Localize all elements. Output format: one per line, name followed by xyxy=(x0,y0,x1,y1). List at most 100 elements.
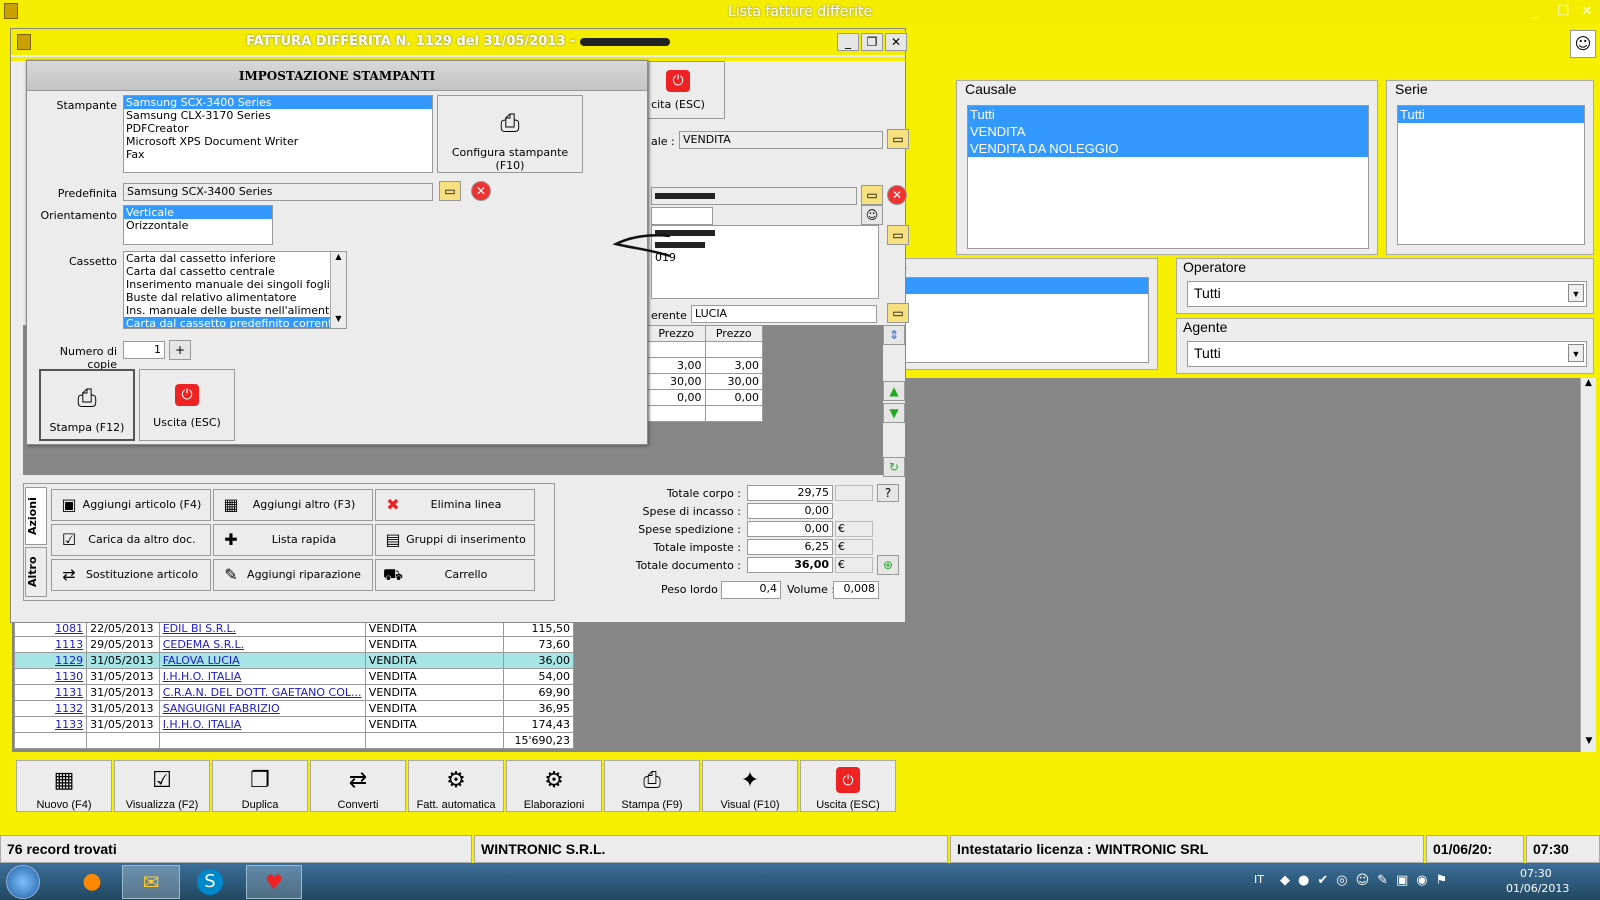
table-row[interactable]: 1131 31/05/2013 C.R.A.N. DEL DOTT. GAETANO… xyxy=(13,684,575,701)
partial-filter-listbox[interactable] xyxy=(899,277,1149,363)
table-row[interactable]: 3,00 3,00 xyxy=(647,357,763,374)
calculator-icon[interactable]: ⊕ xyxy=(877,555,899,575)
scroll-up-icon[interactable]: ▲ xyxy=(1581,378,1596,394)
printer-option[interactable]: PDFCreator xyxy=(124,122,432,135)
person-search-icon[interactable]: ☺ xyxy=(861,205,883,225)
client-link[interactable]: FALOVA LUCIA xyxy=(158,652,366,669)
tray-icons[interactable]: ◆●✔◎☺✎▣◉⚑ xyxy=(1280,873,1480,888)
action-group-button[interactable]: ▤ Gruppi di inserimento xyxy=(375,524,535,556)
scroll-up-icon[interactable]: ▲ xyxy=(331,252,346,266)
action-wrench-button[interactable]: ✎ Aggiungi riparazione xyxy=(213,559,373,591)
table-row[interactable]: 1130 31/05/2013 I.H.H.O. ITALIA VENDITA 54,0… xyxy=(13,668,575,685)
tray-option[interactable]: Ins. manuale delle buste nell'alimentato… xyxy=(124,304,330,317)
table-row[interactable]: 1133 31/05/2013 I.H.H.O. ITALIA VENDITA 174,… xyxy=(13,716,575,733)
printer-option[interactable]: Samsung CLX-3170 Series xyxy=(124,109,432,122)
action-delete-x-button[interactable]: ✖ Elimina linea xyxy=(375,489,535,521)
tab-azioni[interactable]: Azioni xyxy=(25,487,47,545)
invoice-minimize-button[interactable]: _ xyxy=(837,33,859,51)
clock-time[interactable]: 07:30 xyxy=(1520,867,1552,880)
causale-item[interactable]: Tutti xyxy=(968,106,1368,123)
refresh-icon[interactable]: ↻ xyxy=(883,457,905,477)
toolbar-button-exit[interactable]: ⏻ Uscita (ESC) xyxy=(800,760,896,812)
dialog-exit-button[interactable]: ⏻ Uscita (ESC) xyxy=(139,369,235,441)
action-load-doc-button[interactable]: ☑ Carica da altro doc. xyxy=(51,524,211,556)
info-arrow-icon[interactable]: ⇕ xyxy=(883,325,905,345)
toolbar-button-new[interactable]: ▦ Nuovo (F4) xyxy=(16,760,112,812)
close-button[interactable]: ✕ xyxy=(1576,3,1598,21)
clear-x-icon[interactable]: ✕ xyxy=(471,181,491,201)
firefox-icon[interactable]: ● xyxy=(66,866,118,898)
table-row[interactable]: 30,00 30,00 xyxy=(647,373,763,390)
invoice-close-button[interactable]: ✕ xyxy=(885,33,907,51)
client-code-field[interactable] xyxy=(651,207,713,225)
folder-icon[interactable]: ▭ xyxy=(887,225,909,245)
tab-altro[interactable]: Altro xyxy=(25,547,47,597)
toolbar-button-duplicate[interactable]: ❐ Duplica xyxy=(212,760,308,812)
action-grid-add-button[interactable]: ▦ Aggiungi altro (F3) xyxy=(213,489,373,521)
language-indicator[interactable]: IT xyxy=(1254,873,1264,886)
table-row[interactable] xyxy=(647,341,763,358)
price-cell[interactable]: 3,00 xyxy=(704,357,763,374)
list-scrollbar[interactable]: ▲ ▼ xyxy=(1580,378,1596,752)
invoice-maximize-button[interactable]: ❐ xyxy=(861,33,883,51)
price-cell[interactable]: 3,00 xyxy=(647,357,706,374)
table-row[interactable] xyxy=(647,405,763,422)
peso-value[interactable]: 0,4 xyxy=(721,581,781,599)
causale-item[interactable]: VENDITA DA NOLEGGIO xyxy=(968,140,1368,157)
doc-number-link[interactable]: 1130 xyxy=(13,668,88,685)
tray-option[interactable]: Inserimento manuale dei singoli fogli xyxy=(124,278,330,291)
printer-option[interactable]: Samsung SCX-3400 Series xyxy=(124,96,432,109)
toolbar-button-gears[interactable]: ⚙ Fatt. automatica xyxy=(408,760,504,812)
toolbar-button-process[interactable]: ⚙ Elaborazioni xyxy=(506,760,602,812)
toolbar-button-wand[interactable]: ✦ Visual (F10) xyxy=(702,760,798,812)
tray-option[interactable]: Carta dal cassetto inferiore xyxy=(124,252,330,265)
copie-field[interactable]: 1 xyxy=(123,341,165,359)
client-link[interactable]: I.H.H.O. ITALIA xyxy=(158,668,366,685)
maximize-button[interactable]: ❐ xyxy=(1552,3,1574,21)
toolbar-button-printer[interactable]: ⎙ Stampa (F9) xyxy=(604,760,700,812)
price-cell[interactable]: 0,00 xyxy=(647,389,706,406)
toolbar-button-view[interactable]: ☑ Visualizza (F2) xyxy=(114,760,210,812)
user-settings-icon[interactable]: ☺ xyxy=(1570,30,1596,58)
orientation-option[interactable]: Verticale xyxy=(124,206,272,219)
serie-item[interactable]: Tutti xyxy=(1398,106,1584,123)
doc-number-link[interactable]: 1113 xyxy=(13,636,88,653)
print-button[interactable]: ⎙ Stampa (F12) xyxy=(39,369,135,441)
predefinita-field[interactable]: Samsung SCX-3400 Series xyxy=(123,183,433,201)
move-up-icon[interactable]: ▲ xyxy=(883,381,905,401)
causale-listbox[interactable]: Tutti VENDITA VENDITA DA NOLEGGIO xyxy=(967,105,1369,249)
price-cell[interactable]: 0,00 xyxy=(704,389,763,406)
scroll-down-icon[interactable]: ▼ xyxy=(1581,736,1597,752)
serie-listbox[interactable]: Tutti xyxy=(1397,105,1585,245)
spese-incasso-value[interactable]: 0,00 xyxy=(747,503,833,519)
action-cart-button[interactable]: ⛟ Carrello xyxy=(375,559,535,591)
action-box-add-button[interactable]: ▣ Aggiungi articolo (F4) xyxy=(51,489,211,521)
tray-option[interactable]: Carta dal cassetto predefinito corrente xyxy=(124,317,330,328)
partial-filter-selected[interactable] xyxy=(900,278,1148,294)
table-row[interactable]: 1129 31/05/2013 FALOVA LUCIA VENDITA 36,00 xyxy=(13,652,575,669)
folder-icon[interactable]: ▭ xyxy=(439,181,461,201)
orientation-option[interactable]: Orizzontale xyxy=(124,219,272,232)
action-list-add-button[interactable]: ✚ Lista rapida xyxy=(213,524,373,556)
scroll-down-icon[interactable]: ▼ xyxy=(331,314,346,328)
strawberry-app-icon[interactable]: ♥ xyxy=(246,865,302,899)
tray-listbox[interactable]: Carta dal cassetto inferiore Carta dal ca… xyxy=(123,251,347,329)
causale-field[interactable]: VENDITA xyxy=(679,131,883,149)
skype-icon[interactable]: S xyxy=(184,866,236,898)
table-row[interactable]: 0,00 0,00 xyxy=(647,389,763,406)
minimize-button[interactable]: _ xyxy=(1524,3,1546,21)
app-mail-icon[interactable]: ✉ xyxy=(122,865,180,899)
tray-option[interactable]: Carta dal cassetto centrale xyxy=(124,265,330,278)
printer-listbox[interactable]: Samsung SCX-3400 Series Samsung CLX-3170 … xyxy=(123,95,433,173)
client-link[interactable]: CEDEMA S.R.L. xyxy=(158,636,366,653)
chevron-down-icon[interactable]: ▼ xyxy=(1568,284,1584,302)
table-row[interactable]: 1132 31/05/2013 SANGUIGNI FABRIZIO VENDITA 3… xyxy=(13,700,575,717)
toolbar-button-convert[interactable]: ⇄ Converti xyxy=(310,760,406,812)
riferente-field[interactable]: LUCIA xyxy=(691,305,877,323)
doc-number-link[interactable]: 1131 xyxy=(13,684,88,701)
price-cell[interactable]: 30,00 xyxy=(647,373,706,390)
chevron-down-icon[interactable]: ▼ xyxy=(1568,344,1584,362)
action-replace-button[interactable]: ⇄ Sostituzione articolo xyxy=(51,559,211,591)
clear-x-icon[interactable]: ✕ xyxy=(887,185,907,205)
doc-number-link[interactable]: 1133 xyxy=(13,716,88,733)
